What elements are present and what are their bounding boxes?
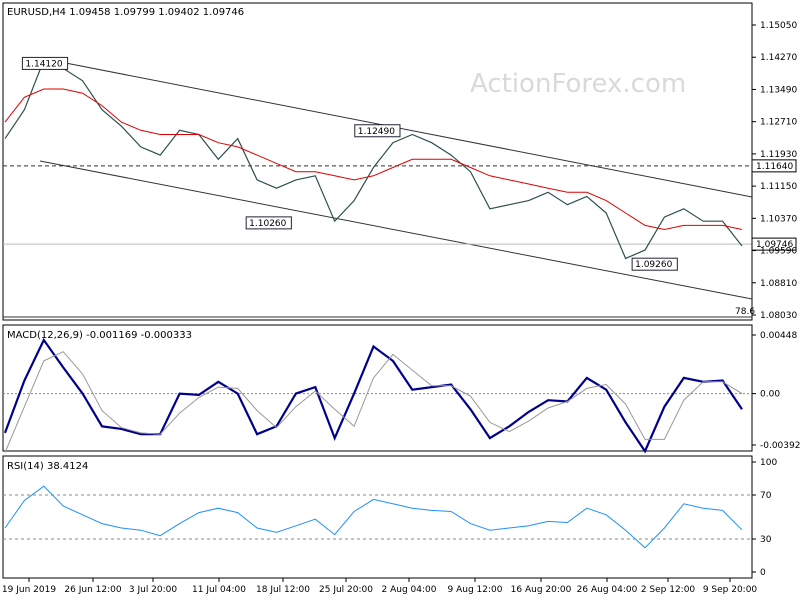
x-tick-label: 9 Sep 20:00 xyxy=(703,585,758,595)
watermark: ActionForex.com xyxy=(470,69,686,99)
series-line-2-0 xyxy=(4,485,743,549)
y-tick-label: 1.12710 xyxy=(760,118,797,128)
annotation-label: 1.10260 xyxy=(249,219,286,229)
price-title: EURUSD,H4 1.09458 1.09799 1.09402 1.0974… xyxy=(7,7,244,18)
y-tick-label: 1.08030 xyxy=(760,311,797,321)
y-tick-label: 70 xyxy=(760,491,772,501)
rsi-panel: RSI(14) 38.4124 xyxy=(2,455,753,579)
annotation-label: 1.09260 xyxy=(635,260,672,270)
y-tick-label: 0 xyxy=(760,568,766,578)
x-axis: 19 Jun 2019 26 Jun 12:00 3 Jul 20:00 11 Jul… xyxy=(2,578,758,595)
x-tick-label: 2 Aug 04:00 xyxy=(382,585,437,595)
y-tick-label: 1.10370 xyxy=(760,214,797,224)
y-axes: 1.15050 1.14270 1.13490 1.12710 1.11930 1.111… xyxy=(752,21,800,578)
y-tick-label: 30 xyxy=(760,535,772,545)
x-tick-label: 18 Jul 12:00 xyxy=(256,585,310,595)
resistance-label: 1.11640 xyxy=(756,162,793,172)
y-tick-label: 1.14270 xyxy=(760,53,797,63)
y-tick-label: 1.09590 xyxy=(760,247,797,257)
annotation-label: 1.14120 xyxy=(25,59,62,69)
fib-label: 78.6 xyxy=(735,307,755,317)
series-line-1-1 xyxy=(4,351,743,453)
x-tick-label: 3 Jul 20:00 xyxy=(129,585,178,595)
x-tick-label: 19 Jun 2019 xyxy=(2,585,56,595)
x-tick-label: 2 Sep 12:00 xyxy=(641,585,696,595)
y-tick-label: 0.00 xyxy=(760,390,780,400)
annotation-label: 1.12490 xyxy=(358,127,395,137)
x-tick-label: 26 Jun 12:00 xyxy=(64,585,121,595)
x-tick-label: 25 Jul 20:00 xyxy=(319,585,373,595)
y-tick-label: 1.13490 xyxy=(760,85,797,95)
y-tick-label: 1.11150 xyxy=(760,182,797,192)
x-tick-label: 16 Aug 20:00 xyxy=(511,585,572,595)
macd-title: MACD(12,26,9) -0.001169 -0.000333 xyxy=(7,330,192,341)
price-levels: 1.116401.09746 xyxy=(3,159,797,540)
chart-canvas: ActionForex.com EURUSD,H4 1.09458 1.0979… xyxy=(2,2,800,595)
y-tick-label: 1.11930 xyxy=(760,150,797,160)
rsi-title: RSI(14) 38.4124 xyxy=(7,461,88,472)
series-line-0-1 xyxy=(4,88,743,231)
series-line-1-0 xyxy=(3,337,743,454)
x-tick-label: 11 Jul 04:00 xyxy=(192,585,246,595)
y-tick-label: 1.15050 xyxy=(760,21,797,31)
y-tick-label: 100 xyxy=(760,458,777,468)
y-tick-label: 0.00448 xyxy=(760,331,797,341)
y-tick-label: 1.08810 xyxy=(760,279,797,289)
channel-lower-line xyxy=(39,160,753,300)
y-tick-label: -0.003928 xyxy=(760,441,800,451)
x-tick-label: 26 Aug 04:00 xyxy=(577,585,638,595)
x-tick-label: 9 Aug 12:00 xyxy=(448,585,503,595)
macd-panel: MACD(12,26,9) -0.001169 -0.000333 xyxy=(2,324,753,452)
